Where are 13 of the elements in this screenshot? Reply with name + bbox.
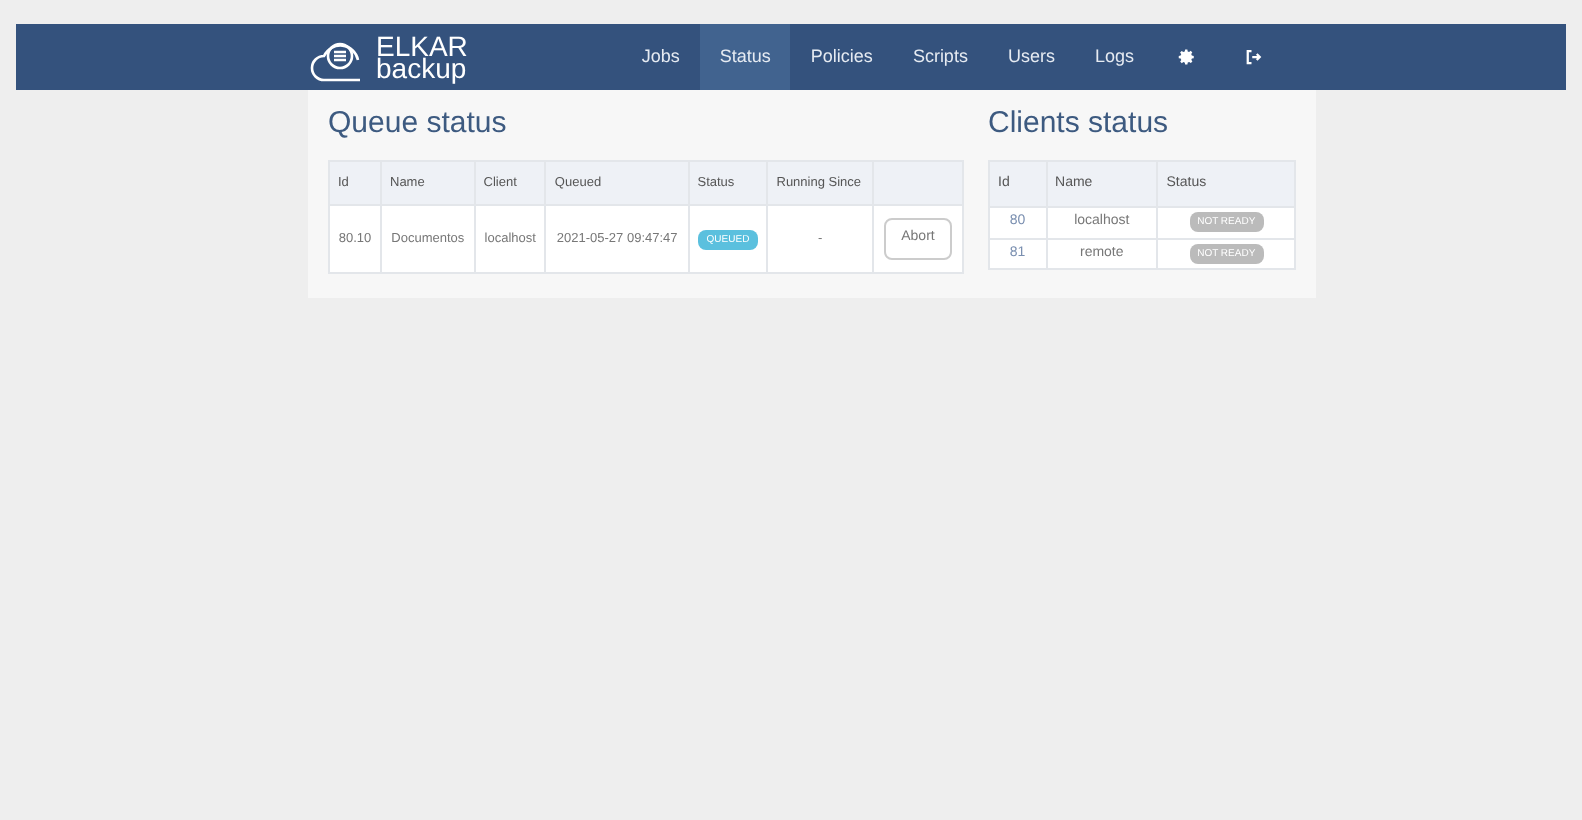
logo[interactable]: ELKAR backup [308,24,468,90]
nav-link[interactable]: Users [987,24,1075,90]
logo-subtitle: backup [376,57,468,79]
section-title: Queue status [328,104,509,144]
nav-link[interactable]: Policies [790,24,893,90]
nav-link[interactable]: Scripts [892,24,988,90]
logout-icon [1244,48,1262,66]
section-title: Clients status [988,104,1171,144]
nav-link[interactable]: Logs [1074,24,1154,90]
settings-icon [1178,48,1196,66]
nav-link[interactable]: Jobs [621,24,700,90]
nav-link[interactable]: Status [699,24,791,90]
logo-title: ELKAR [376,35,468,57]
